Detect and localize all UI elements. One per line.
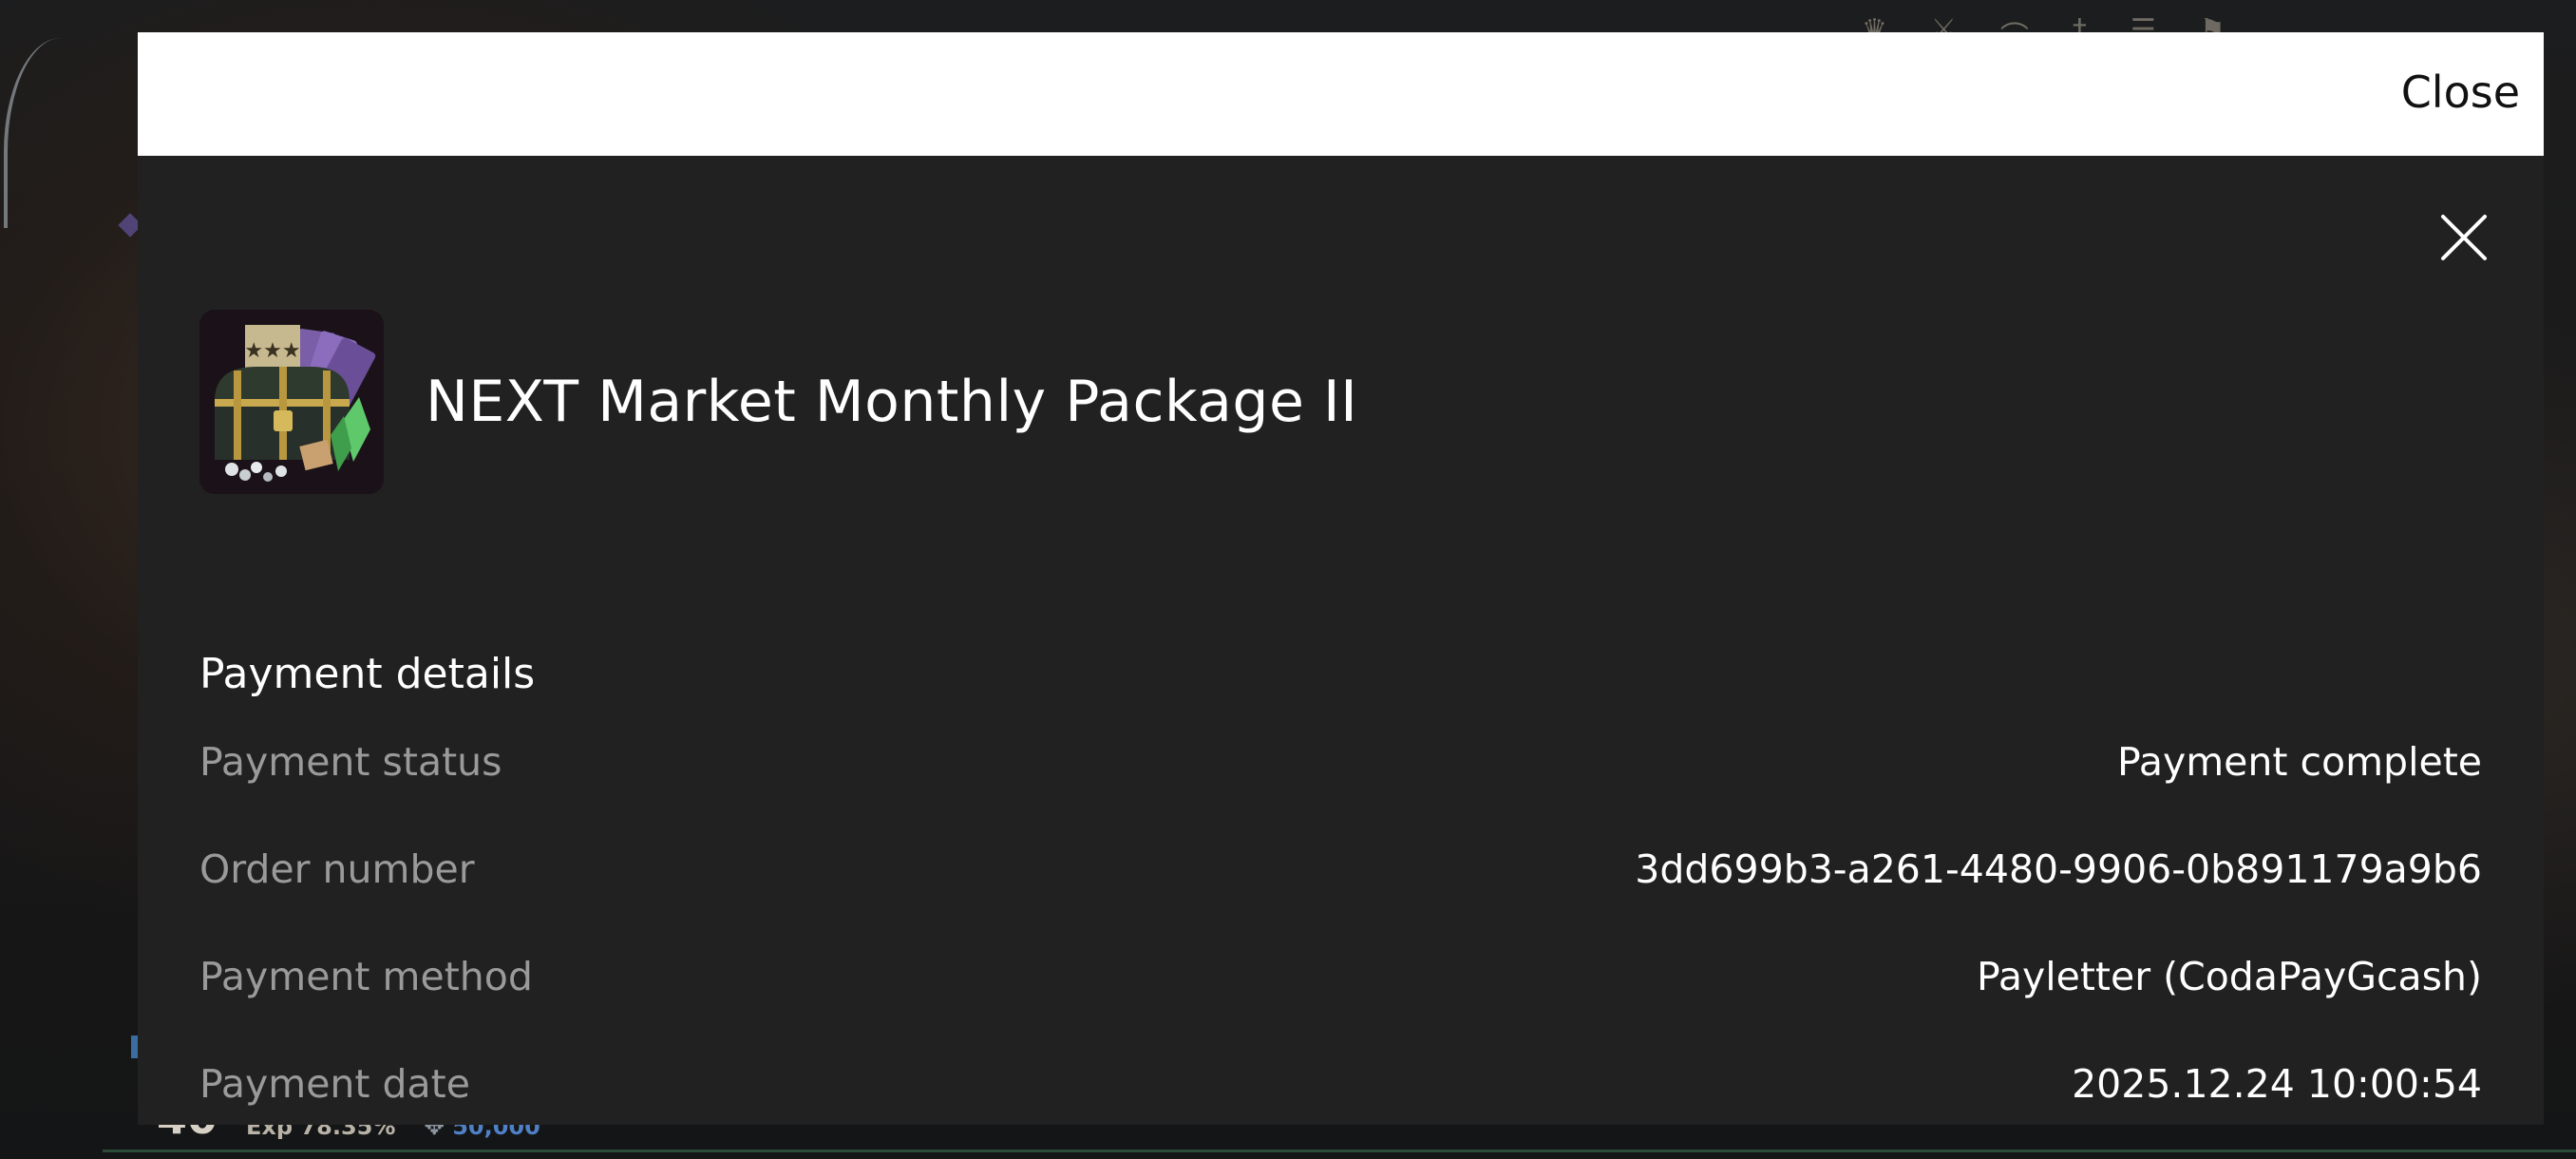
svg-text:★★★: ★★★ <box>244 339 300 363</box>
close-button[interactable]: Close <box>2401 66 2520 118</box>
detail-label: Payment date <box>199 1061 470 1107</box>
payment-details-modal: Close ★★★ NEXT Market Monthly Package II… <box>138 32 2544 1125</box>
detail-value: Payment complete <box>2116 739 2482 785</box>
detail-row-payment-method: Payment method Payletter (CodaPayGcash) <box>199 948 2482 1005</box>
detail-label: Payment method <box>199 954 533 999</box>
close-icon[interactable] <box>2435 209 2492 266</box>
modal-header: Close <box>138 32 2544 156</box>
product-header: ★★★ NEXT Market Monthly Package II <box>199 310 1357 494</box>
detail-label: Payment status <box>199 739 502 785</box>
detail-row-payment-date: Payment date 2025.12.24 10:00:54 <box>199 1055 2482 1112</box>
hud-divider <box>103 1150 2576 1152</box>
detail-row-payment-status: Payment status Payment complete <box>199 733 2482 790</box>
detail-row-order-number: Order number 3dd699b3-a261-4480-9906-0b8… <box>199 841 2482 898</box>
detail-label: Order number <box>199 846 475 892</box>
treasure-chest-icon: ★★★ <box>199 310 384 494</box>
product-name: NEXT Market Monthly Package II <box>426 369 1358 435</box>
detail-value: 2025.12.24 10:00:54 <box>2072 1061 2482 1107</box>
detail-value: 3dd699b3-a261-4480-9906-0b891179a9b6 <box>1635 846 2482 892</box>
section-title: Payment details <box>199 650 536 698</box>
detail-value: Payletter (CodaPayGcash) <box>1976 954 2482 999</box>
